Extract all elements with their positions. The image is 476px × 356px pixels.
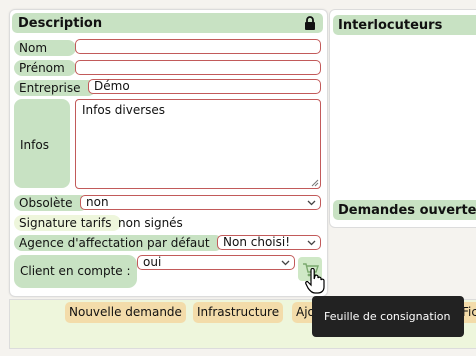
nouvelle-demande-button[interactable]: Nouvelle demande	[65, 302, 186, 323]
obsolete-select[interactable]: non	[80, 195, 321, 210]
signature-label: Signature tarifs	[14, 215, 121, 231]
interlocuteurs-title: Interlocuteurs	[338, 18, 443, 33]
interlocuteurs-header[interactable]: Interlocuteurs	[333, 15, 476, 35]
obsolete-value: non	[86, 195, 109, 209]
hand-cursor-icon	[305, 268, 325, 294]
tooltip: Feuille de consignation	[312, 296, 464, 337]
description-header: Description	[12, 13, 323, 33]
tooltip-text: Feuille de consignation	[324, 310, 451, 323]
client-value: oui	[143, 255, 162, 269]
client-select[interactable]: oui	[137, 255, 295, 270]
agence-label: Agence d'affectation par défaut	[14, 235, 223, 251]
infos-textarea[interactable]: Infos diverses	[75, 99, 321, 189]
entreprise-field[interactable]: Démo	[88, 79, 321, 94]
client-label: Client en compte :	[20, 264, 131, 278]
description-title: Description	[18, 16, 103, 31]
infrastructure-button[interactable]: Infrastructure	[193, 302, 284, 323]
infos-text: Infos diverses	[82, 103, 166, 117]
chevron-down-icon	[281, 260, 290, 266]
chevron-down-icon	[307, 200, 316, 206]
nom-label: Nom	[14, 40, 76, 56]
right-panel: Interlocuteurs Demandes ouvertes	[329, 9, 476, 228]
resize-handle-icon[interactable]	[311, 179, 319, 187]
prenom-label: Prénom	[14, 60, 76, 76]
signature-value: non signés	[118, 216, 183, 230]
agence-select[interactable]: Non choisi!	[217, 235, 321, 250]
infos-label-box: Infos	[14, 99, 70, 188]
demandes-header[interactable]: Demandes ouvertes	[333, 200, 476, 220]
client-label-box: Client en compte :	[14, 255, 137, 288]
chevron-down-icon	[307, 240, 316, 246]
obsolete-label: Obsolète	[14, 195, 88, 211]
lock-icon[interactable]	[303, 16, 317, 30]
demandes-title: Demandes ouvertes	[338, 203, 476, 218]
nom-field[interactable]	[75, 39, 321, 54]
infos-label: Infos	[20, 138, 49, 152]
entreprise-label: Entreprise	[14, 80, 96, 96]
agence-value: Non choisi!	[223, 235, 291, 249]
prenom-field[interactable]	[75, 60, 321, 75]
